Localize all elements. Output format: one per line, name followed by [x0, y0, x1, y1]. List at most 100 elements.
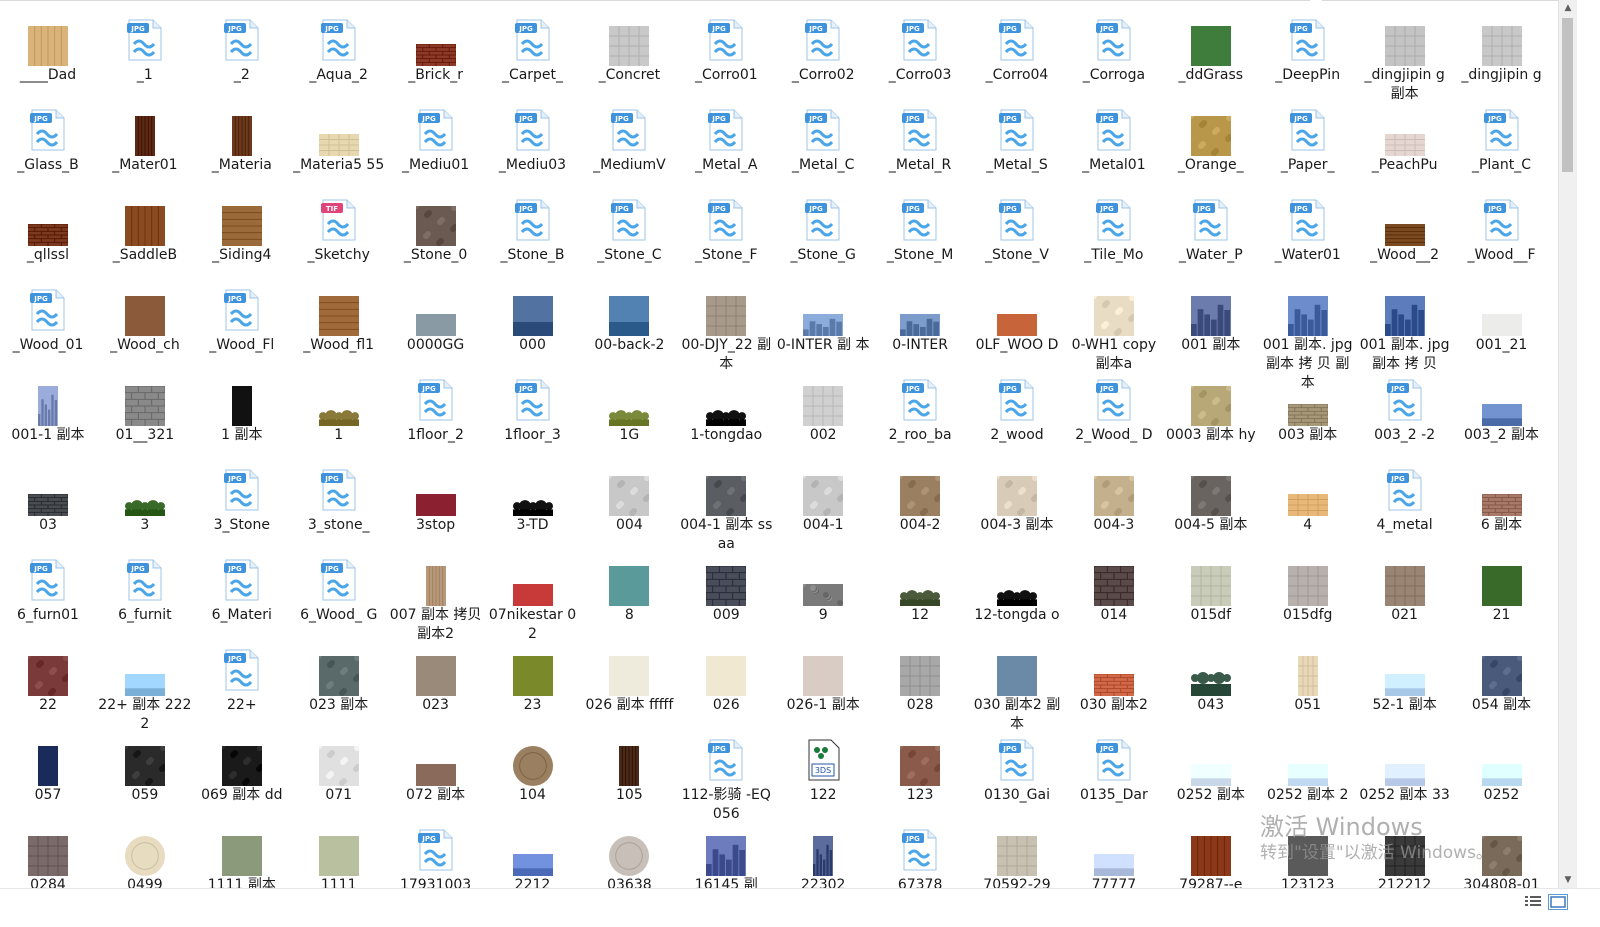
- file-item[interactable]: _Stone_0: [388, 184, 484, 274]
- file-item[interactable]: _Brick_r: [388, 4, 484, 94]
- file-item[interactable]: 6 副本: [1454, 454, 1550, 544]
- file-item[interactable]: JPG _Wood_01: [0, 274, 96, 364]
- file-item[interactable]: JPG _Corro03: [872, 4, 968, 94]
- file-item[interactable]: JPG _Carpet_: [485, 4, 581, 94]
- file-item[interactable]: 057: [0, 724, 96, 814]
- file-item[interactable]: 1-tongdao: [678, 364, 774, 454]
- file-item[interactable]: 79287--e: [1163, 814, 1259, 888]
- file-item[interactable]: 0252: [1454, 724, 1550, 814]
- details-view-icon[interactable]: [1524, 894, 1542, 908]
- file-item[interactable]: 0252 副本 2: [1260, 724, 1356, 814]
- file-item[interactable]: 001 副本. jpg 副本 拷 贝 副本: [1260, 274, 1356, 391]
- large-icons-view-icon[interactable]: [1548, 894, 1568, 910]
- file-item[interactable]: _Orange_: [1163, 94, 1259, 184]
- file-item[interactable]: 026: [678, 634, 774, 724]
- file-item[interactable]: JPG _Aqua_2: [291, 4, 387, 94]
- file-item[interactable]: 9: [775, 544, 871, 634]
- file-item[interactable]: 3stop: [388, 454, 484, 544]
- file-item[interactable]: 0-INTER 副 本: [775, 274, 871, 364]
- file-item[interactable]: _Materia5 55: [291, 94, 387, 184]
- file-item[interactable]: JPG _Metal01: [1066, 94, 1162, 184]
- file-item[interactable]: JPG _DeepPin: [1260, 4, 1356, 94]
- file-item[interactable]: 0-WH1 copy 副本a: [1066, 274, 1162, 372]
- file-item[interactable]: JPG _Metal_S: [969, 94, 1065, 184]
- file-item[interactable]: JPG 6_furn01: [0, 544, 96, 634]
- file-item[interactable]: 054 副本: [1454, 634, 1550, 724]
- file-item[interactable]: _Wood_fl1: [291, 274, 387, 364]
- file-item[interactable]: 004: [581, 454, 677, 544]
- file-item[interactable]: _Mater01: [97, 94, 193, 184]
- file-item[interactable]: 01__321: [97, 364, 193, 454]
- file-item[interactable]: 026 副本 fffff: [581, 634, 677, 724]
- file-item[interactable]: JPG _Wood_Fl: [194, 274, 290, 364]
- file-item[interactable]: 0284: [0, 814, 96, 888]
- file-item[interactable]: 015df: [1163, 544, 1259, 634]
- file-item[interactable]: JPG 3_Stone: [194, 454, 290, 544]
- file-item[interactable]: 00-back-2: [581, 274, 677, 364]
- file-item[interactable]: JPG _Corro01: [678, 4, 774, 94]
- file-item[interactable]: 70592-29: [969, 814, 1065, 888]
- file-item[interactable]: JPG 22+: [194, 634, 290, 724]
- file-item[interactable]: JPG _MediumV: [581, 94, 677, 184]
- file-item[interactable]: 004-5 副本: [1163, 454, 1259, 544]
- file-item[interactable]: 014: [1066, 544, 1162, 634]
- file-item[interactable]: JPG 1floor_3: [485, 364, 581, 454]
- file-item[interactable]: 004-3: [1066, 454, 1162, 544]
- file-item[interactable]: JPG 6_Wood_ G: [291, 544, 387, 634]
- file-item[interactable]: JPG 6_Materi: [194, 544, 290, 634]
- file-item[interactable]: TIF _Sketchy: [291, 184, 387, 274]
- file-item[interactable]: 0-INTER: [872, 274, 968, 364]
- file-item[interactable]: 004-2: [872, 454, 968, 544]
- file-item[interactable]: JPG _Corroga: [1066, 4, 1162, 94]
- file-item[interactable]: _Siding4: [194, 184, 290, 274]
- file-item[interactable]: 212212: [1357, 814, 1453, 888]
- file-item[interactable]: 12-tongda o: [969, 544, 1065, 634]
- file-item[interactable]: JPG 112-影骑 -EQ056: [678, 724, 774, 822]
- file-item[interactable]: _SaddleB: [97, 184, 193, 274]
- file-item[interactable]: 003 副本: [1260, 364, 1356, 454]
- file-item[interactable]: 059: [97, 724, 193, 814]
- file-item[interactable]: 0252 副本: [1163, 724, 1259, 814]
- file-item[interactable]: 001_21: [1454, 274, 1550, 364]
- file-item[interactable]: 009: [678, 544, 774, 634]
- file-item[interactable]: JPG _Corro02: [775, 4, 871, 94]
- file-item[interactable]: JPG _Mediu03: [485, 94, 581, 184]
- file-item[interactable]: JPG 3_stone_: [291, 454, 387, 544]
- file-item[interactable]: JPG _Water_P: [1163, 184, 1259, 274]
- file-item[interactable]: 0003 副本 hy: [1163, 364, 1259, 454]
- file-item[interactable]: JPG 1floor_2: [388, 364, 484, 454]
- file-item[interactable]: 1 副本: [194, 364, 290, 454]
- file-item[interactable]: 07nikestar 02: [485, 544, 581, 642]
- file-item[interactable]: 030 副本2: [1066, 634, 1162, 724]
- file-item[interactable]: _Materia: [194, 94, 290, 184]
- file-item[interactable]: 051: [1260, 634, 1356, 724]
- file-item[interactable]: JPG _Metal_C: [775, 94, 871, 184]
- file-item[interactable]: _dingjipin g 副本: [1357, 4, 1453, 102]
- scroll-thumb[interactable]: [1562, 18, 1573, 172]
- file-item[interactable]: JPG _Metal_A: [678, 94, 774, 184]
- file-item[interactable]: JPG 4_metal: [1357, 454, 1453, 544]
- file-item[interactable]: 071: [291, 724, 387, 814]
- file-item[interactable]: 072 副本: [388, 724, 484, 814]
- file-item[interactable]: JPG _Paper_: [1260, 94, 1356, 184]
- file-item[interactable]: _Concret: [581, 4, 677, 94]
- file-item[interactable]: 0000GG: [388, 274, 484, 364]
- file-item[interactable]: JPG _Stone_C: [581, 184, 677, 274]
- file-item[interactable]: JPG 67378: [872, 814, 968, 888]
- file-item[interactable]: 1111 副本: [194, 814, 290, 888]
- file-item[interactable]: 00-DJY_22 副本: [678, 274, 774, 372]
- file-item[interactable]: 0499: [97, 814, 193, 888]
- file-item[interactable]: JPG _Stone_V: [969, 184, 1065, 274]
- file-item[interactable]: 023 副本: [291, 634, 387, 724]
- file-item[interactable]: _Wood__2: [1357, 184, 1453, 274]
- file-item[interactable]: JPG _Glass_B: [0, 94, 96, 184]
- file-item[interactable]: 026-1 副本: [775, 634, 871, 724]
- file-item[interactable]: 004-3 副本: [969, 454, 1065, 544]
- file-item[interactable]: 004-1 副本 ssaa: [678, 454, 774, 552]
- file-item[interactable]: 3DS 122: [775, 724, 871, 814]
- file-item[interactable]: 123123: [1260, 814, 1356, 888]
- file-item[interactable]: 52-1 副本: [1357, 634, 1453, 724]
- file-item[interactable]: 043: [1163, 634, 1259, 724]
- file-item[interactable]: 1111: [291, 814, 387, 888]
- file-item[interactable]: 001-1 副本: [0, 364, 96, 454]
